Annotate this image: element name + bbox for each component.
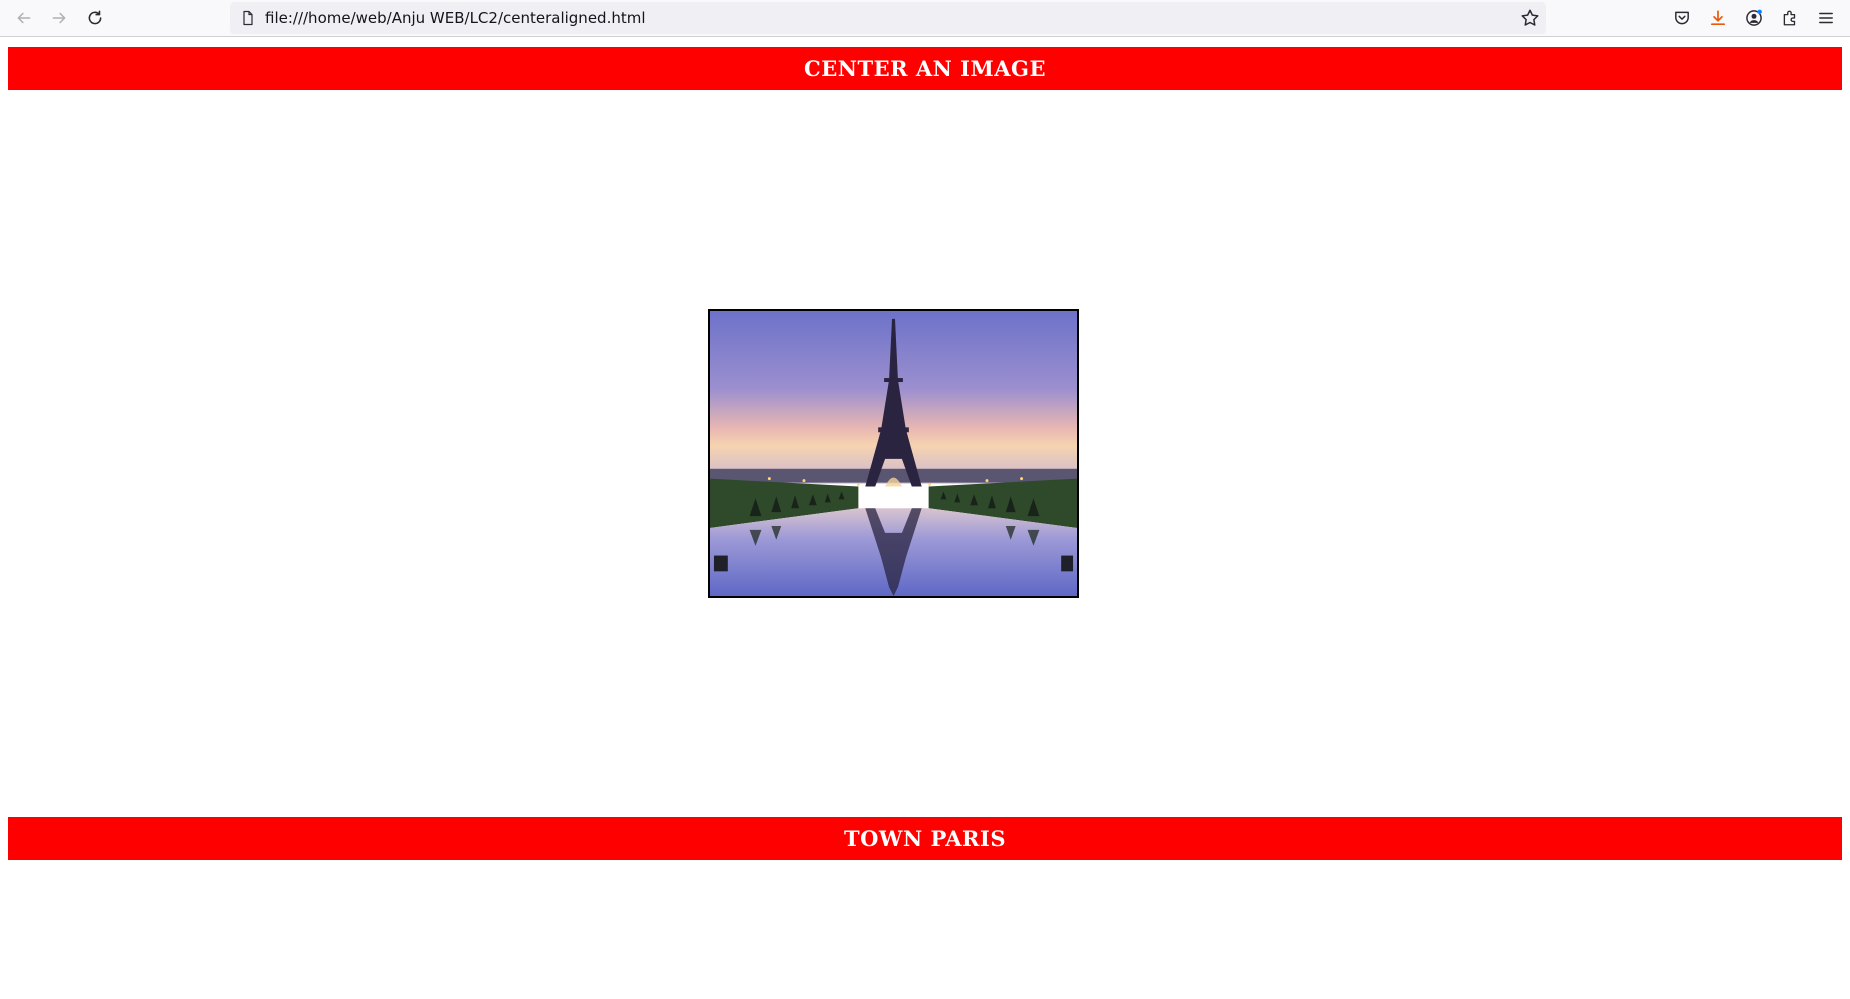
page-footer-banner: TOWN PARIS xyxy=(8,817,1842,860)
account-button[interactable] xyxy=(1741,5,1767,31)
reload-button[interactable] xyxy=(81,4,109,32)
menu-icon xyxy=(1819,12,1833,24)
extensions-button[interactable] xyxy=(1777,5,1803,31)
menu-button[interactable] xyxy=(1813,5,1839,31)
download-icon xyxy=(1710,10,1726,26)
page-icon xyxy=(243,10,253,26)
pocket-button[interactable] xyxy=(1669,5,1695,31)
reload-icon xyxy=(88,10,102,25)
bookmark-star-icon[interactable] xyxy=(1520,8,1540,28)
forward-arrow-icon xyxy=(52,12,66,24)
back-arrow-icon xyxy=(17,12,31,24)
eiffel-tower-photo xyxy=(708,309,1079,598)
eiffel-tower-image xyxy=(710,311,1077,596)
extensions-icon xyxy=(1783,10,1796,26)
browser-toolbar: file:///home/web/Anju WEB/LC2/centeralig… xyxy=(0,0,1850,37)
url-bar[interactable]: file:///home/web/Anju WEB/LC2/centeralig… xyxy=(230,2,1546,34)
url-text[interactable]: file:///home/web/Anju WEB/LC2/centeralig… xyxy=(265,2,646,34)
pocket-icon xyxy=(1675,11,1689,25)
account-icon xyxy=(1746,9,1762,26)
page-title-banner: CENTER AN IMAGE xyxy=(8,47,1842,90)
forward-button[interactable] xyxy=(45,4,73,32)
back-button[interactable] xyxy=(10,4,38,32)
downloads-button[interactable] xyxy=(1705,5,1731,31)
